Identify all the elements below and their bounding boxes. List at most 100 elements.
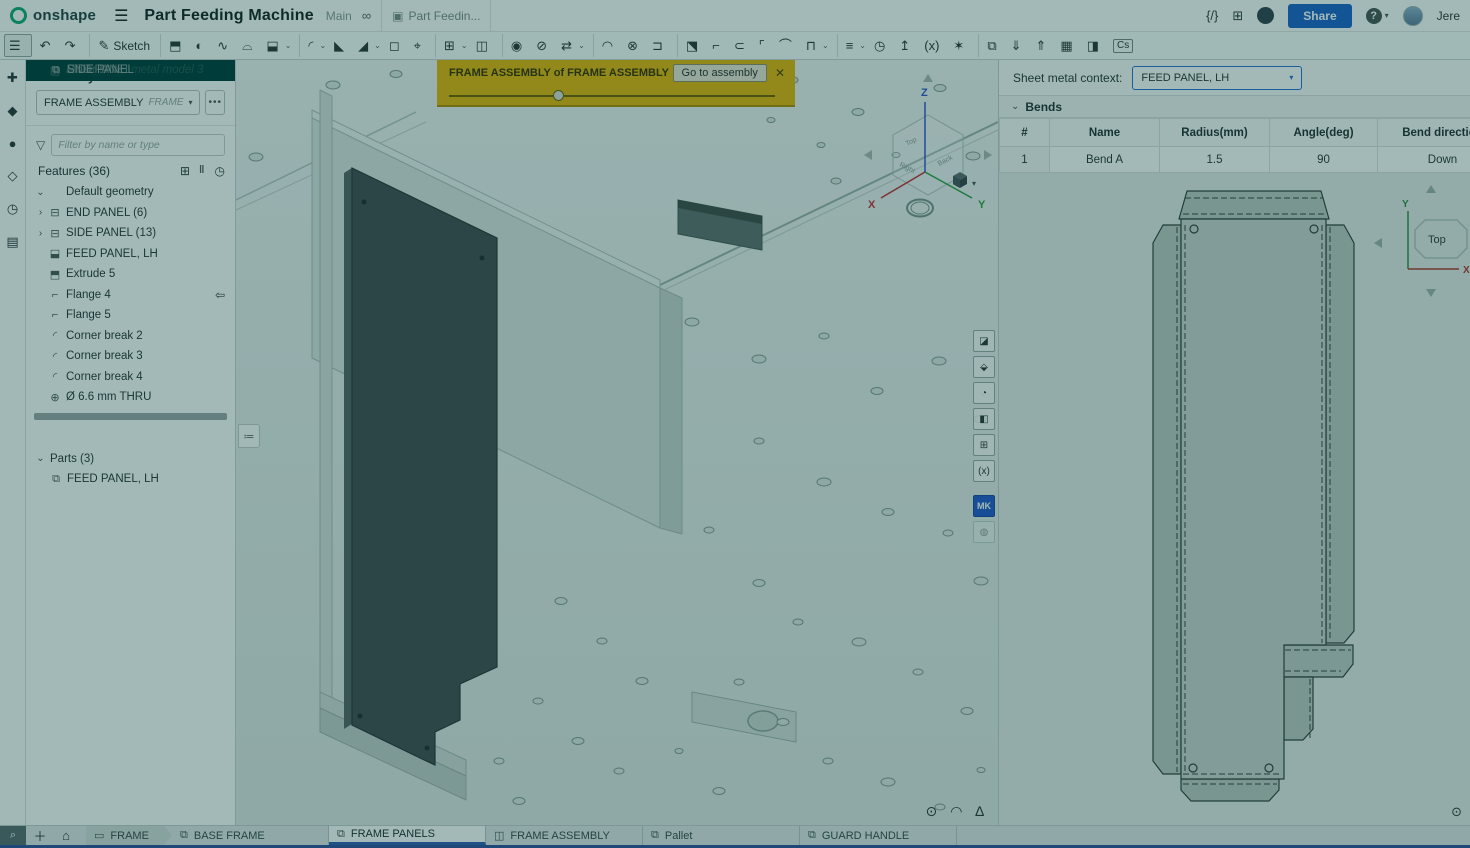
extrude-icon[interactable]: ⬒ [160, 34, 191, 57]
rollback-bar[interactable] [34, 413, 227, 420]
hole-icon[interactable]: ⌖ [410, 34, 431, 57]
variables-icon[interactable]: (x) [920, 34, 949, 57]
home-icon[interactable]: ⌂ [54, 828, 78, 843]
menu-icon[interactable]: ☰ [114, 6, 128, 26]
bend-row[interactable]: 1 Bend A 1.5 90 Down [1000, 147, 1470, 173]
screenshot-tool-icon[interactable]: ⌕ [0, 826, 26, 846]
feature-item[interactable]: ⌄ Default geometry [26, 182, 235, 203]
thicken-icon[interactable]: ⬓ ⌄ [262, 34, 295, 57]
revolve-icon[interactable]: ◐ [191, 34, 213, 57]
mk-custom-tool[interactable]: MK [973, 495, 995, 517]
appearance-icon[interactable]: ◆ [8, 103, 18, 119]
sm-convert-tool[interactable]: ◪ [973, 330, 995, 352]
sm-corner-icon[interactable]: ⌜ [755, 34, 775, 57]
modify-fillet-icon[interactable]: ◠ [593, 34, 623, 57]
bend-direction-cell[interactable]: Down [1378, 147, 1470, 173]
sketch-button[interactable]: ✎ Sketch [89, 34, 156, 57]
loft-icon[interactable]: ⌓ [238, 34, 262, 57]
protractor-icon[interactable]: ◠ [950, 803, 962, 820]
fillet-icon[interactable]: ◜ ⌄ [299, 34, 330, 57]
suppress-icon[interactable]: ‖ [199, 164, 205, 178]
tab-frame-assembly[interactable]: ◫ FRAME ASSEMBLY [486, 826, 643, 845]
versions-icon[interactable]: ◷ [870, 34, 895, 57]
go-to-assembly-button[interactable]: Go to assembly [673, 64, 767, 82]
fs-expression-tool[interactable]: (x) [973, 460, 995, 482]
context-more-button[interactable]: ••• [205, 90, 225, 115]
code-braces-icon[interactable]: {/} [1206, 8, 1218, 23]
drawing-icon[interactable]: ▦ [1056, 34, 1082, 57]
mirror-icon[interactable]: ◫ [472, 34, 498, 57]
panel-splitter-handle[interactable]: ≔ [238, 424, 260, 448]
part-item[interactable]: ⧉ FEED PANEL, LH [26, 469, 235, 490]
feature-item[interactable]: ⬒ Extrude 5 [26, 264, 235, 285]
flat-pattern-view[interactable]: Y X Top ⊙ [999, 173, 1470, 826]
rollback-timer-icon[interactable]: ◷ [215, 164, 225, 178]
tab-frame[interactable]: ▭ FRAME [86, 826, 172, 845]
move-face-icon[interactable]: ⊐ [648, 34, 673, 57]
user-avatar[interactable] [1403, 6, 1423, 26]
features-toggle-icon[interactable]: ☰ [4, 34, 32, 57]
named-views-tool[interactable]: ⬙ [973, 356, 995, 378]
boolean-icon[interactable]: ◉ [502, 34, 532, 57]
close-icon[interactable]: ✕ [775, 66, 785, 80]
linear-pattern-icon[interactable]: ⊞ ⌄ [435, 34, 472, 57]
split-icon[interactable]: ⊘ [532, 34, 557, 57]
feature-item[interactable]: ⌐ Flange 4 ⇦ [26, 285, 235, 306]
featurescript-icon[interactable]: ✶ [949, 34, 974, 57]
help-menu[interactable]: ? ▾ [1366, 8, 1389, 24]
bend-radius-cell[interactable]: 1.5 [1160, 147, 1270, 173]
share-button[interactable]: Share [1288, 4, 1351, 28]
tree-chevron-icon[interactable]: ⌄ [34, 453, 47, 464]
filter-input[interactable] [51, 134, 225, 156]
tab-guard-handle[interactable]: ⧉ GUARD HANDLE [800, 826, 957, 845]
context-opacity-slider[interactable] [449, 91, 785, 101]
bend-name-cell[interactable]: Bend A [1050, 147, 1160, 173]
link-icon[interactable]: ∞ [362, 8, 371, 23]
import-icon[interactable]: ⇓ [1007, 34, 1032, 57]
history-icon[interactable]: ◷ [7, 201, 18, 217]
bend-angle-cell[interactable]: 90 [1270, 147, 1378, 173]
tab-frame-panels[interactable]: ⧉ FRAME PANELS [329, 826, 486, 845]
shell-icon[interactable]: ◻ [385, 34, 410, 57]
chamfer-icon[interactable]: ◣ [330, 34, 354, 57]
tape-measure-icon[interactable]: ⊙ [1451, 804, 1462, 820]
draft-icon[interactable]: ◢ ⌄ [354, 34, 385, 57]
onshape-logo[interactable]: onshape [10, 7, 96, 24]
render-tool[interactable]: ◍ [973, 521, 995, 543]
comment-icon[interactable]: ● [9, 136, 17, 151]
sheet-metal-model-icon[interactable]: ⬔ [677, 34, 708, 57]
bend-icon[interactable]: ⌒ [775, 34, 802, 57]
graphics-viewport[interactable]: Top Right Back Z X Y ▾ FRAME ASSEMBLY of… [236, 60, 998, 825]
parts-section-header[interactable]: ⌄ Parts (3) [26, 449, 235, 470]
tree-chevron-icon[interactable]: › [34, 228, 47, 239]
redo-icon[interactable]: ↷ [61, 34, 86, 57]
feature-item[interactable]: ◜ Corner break 2 [26, 326, 235, 347]
feature-item[interactable]: ⬓ FEED PANEL, LH [26, 244, 235, 265]
hem-icon[interactable]: ⊂ [730, 34, 755, 57]
feature-item[interactable]: ◜ Corner break 4 [26, 367, 235, 388]
tree-chevron-icon[interactable]: ⌄ [34, 187, 47, 198]
document-tab[interactable]: ▣ Part Feedin... [381, 0, 491, 32]
new-folder-icon[interactable]: ⊞ [180, 164, 190, 178]
mass-properties-icon[interactable]: ∆ [975, 803, 984, 820]
pattern-tool[interactable]: ⊞ [973, 434, 995, 456]
grab-cube-tool[interactable]: ◔ [973, 382, 995, 404]
tab-base-frame[interactable]: ⧉ BASE FRAME [172, 826, 329, 845]
ai-assistant-icon[interactable] [1257, 7, 1274, 24]
delete-part-icon[interactable]: ⊗ [623, 34, 648, 57]
tree-chevron-icon[interactable]: › [34, 207, 47, 218]
feature-item[interactable]: ⌐ Flange 5 [26, 305, 235, 326]
feature-item[interactable]: ⊕ Ø 6.6 mm THRU [26, 387, 235, 408]
feature-item[interactable]: › ⊟ SIDE PANEL (13) [26, 223, 235, 244]
flange-icon[interactable]: ⌐ [708, 34, 730, 57]
assembly-context-dropdown[interactable]: FRAME ASSEMBLY FRAME ▾ [36, 90, 200, 115]
sweep-icon[interactable]: ∿ [213, 34, 238, 57]
tape-measure-icon[interactable]: ⊙ [925, 803, 937, 820]
section-view-tool[interactable]: ◧ [973, 408, 995, 430]
insert-part-icon[interactable]: ✚ [7, 70, 18, 86]
bom-icon[interactable]: ▤ [6, 234, 18, 250]
publish-icon[interactable]: ↥ [895, 34, 920, 57]
app-store-icon[interactable]: ⊞ [1232, 8, 1243, 24]
configurations-icon[interactable]: ≡ ⌄ [837, 34, 870, 57]
sheet-metal-context-dropdown[interactable]: FEED PANEL, LH ▾ [1132, 66, 1302, 90]
